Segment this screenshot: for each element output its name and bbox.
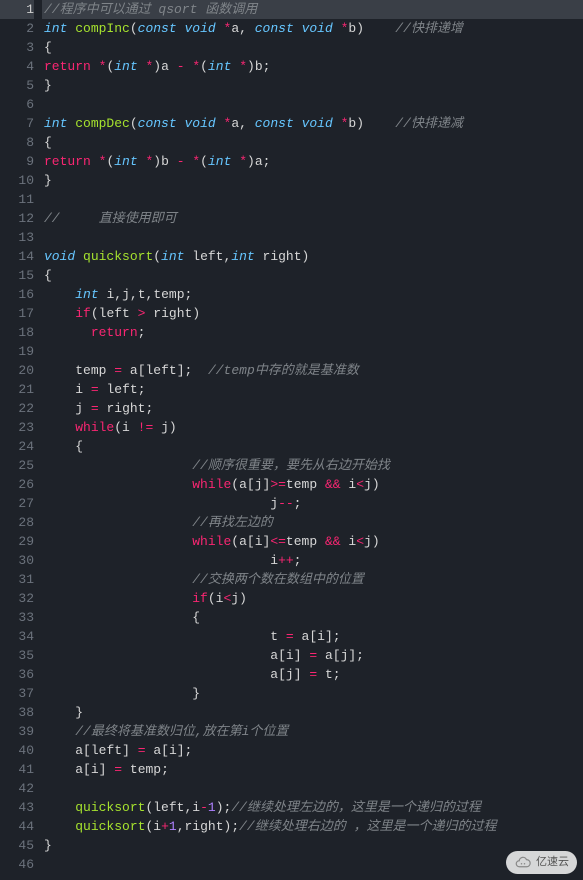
line-number-gutter: 1234567891011121314151617181920212223242… (0, 0, 42, 874)
line-number: 15 (0, 266, 34, 285)
line-number: 20 (0, 361, 34, 380)
line-number: 27 (0, 494, 34, 513)
code-line[interactable]: while(i != j) (42, 418, 583, 437)
line-number: 30 (0, 551, 34, 570)
code-line[interactable]: if(i<j) (42, 589, 583, 608)
line-number: 23 (0, 418, 34, 437)
line-number: 25 (0, 456, 34, 475)
code-line[interactable]: { (42, 38, 583, 57)
line-number: 16 (0, 285, 34, 304)
code-line[interactable] (42, 779, 583, 798)
code-line[interactable]: } (42, 171, 583, 190)
code-line[interactable]: int i,j,t,temp; (42, 285, 583, 304)
line-number: 18 (0, 323, 34, 342)
code-line[interactable]: } (42, 684, 583, 703)
code-line[interactable]: temp = a[left]; //temp中存的就是基准数 (42, 361, 583, 380)
code-line[interactable] (42, 95, 583, 114)
code-line[interactable]: while(a[i]<=temp && i<j) (42, 532, 583, 551)
code-line[interactable]: { (42, 608, 583, 627)
code-line[interactable]: // 直接使用即可 (42, 209, 583, 228)
code-line[interactable]: int compDec(const void *a, const void *b… (42, 114, 583, 133)
line-number: 21 (0, 380, 34, 399)
code-line[interactable]: { (42, 437, 583, 456)
line-number: 37 (0, 684, 34, 703)
cloud-icon (514, 854, 532, 872)
code-line[interactable]: quicksort(i+1,right);//继续处理右边的 ，这里是一个递归的… (42, 817, 583, 836)
line-number: 31 (0, 570, 34, 589)
code-line[interactable]: t = a[i]; (42, 627, 583, 646)
line-number: 24 (0, 437, 34, 456)
line-number: 29 (0, 532, 34, 551)
code-line[interactable] (42, 855, 583, 874)
code-line[interactable]: { (42, 133, 583, 152)
line-number: 1 (0, 0, 34, 19)
code-line[interactable]: //最终将基准数归位,放在第i个位置 (42, 722, 583, 741)
code-line[interactable]: //再找左边的 (42, 513, 583, 532)
code-line[interactable]: j--; (42, 494, 583, 513)
code-line[interactable]: return *(int *)b - *(int *)a; (42, 152, 583, 171)
line-number: 33 (0, 608, 34, 627)
line-number: 43 (0, 798, 34, 817)
line-number: 4 (0, 57, 34, 76)
line-number: 9 (0, 152, 34, 171)
line-number: 8 (0, 133, 34, 152)
code-line[interactable]: a[i] = a[j]; (42, 646, 583, 665)
code-line[interactable]: } (42, 703, 583, 722)
code-line[interactable] (42, 190, 583, 209)
code-editor[interactable]: 1234567891011121314151617181920212223242… (0, 0, 583, 874)
line-number: 12 (0, 209, 34, 228)
watermark-badge: 亿速云 (506, 851, 577, 874)
line-number: 5 (0, 76, 34, 95)
code-line[interactable]: a[left] = a[i]; (42, 741, 583, 760)
code-line[interactable]: //程序中可以通过 qsort 函数调用 (42, 0, 583, 19)
watermark-text: 亿速云 (536, 853, 569, 872)
code-line[interactable]: a[j] = t; (42, 665, 583, 684)
code-line[interactable]: } (42, 836, 583, 855)
code-line[interactable]: return *(int *)a - *(int *)b; (42, 57, 583, 76)
line-number: 7 (0, 114, 34, 133)
line-number: 32 (0, 589, 34, 608)
line-number: 28 (0, 513, 34, 532)
code-line[interactable]: j = right; (42, 399, 583, 418)
code-line[interactable]: { (42, 266, 583, 285)
code-line[interactable]: } (42, 76, 583, 95)
code-line[interactable] (42, 342, 583, 361)
code-line[interactable]: quicksort(left,i-1);//继续处理左边的，这里是一个递归的过程 (42, 798, 583, 817)
line-number: 46 (0, 855, 34, 874)
code-line[interactable]: //顺序很重要，要先从右边开始找 (42, 456, 583, 475)
code-line[interactable]: //交换两个数在数组中的位置 (42, 570, 583, 589)
line-number: 34 (0, 627, 34, 646)
line-number: 22 (0, 399, 34, 418)
line-number: 19 (0, 342, 34, 361)
line-number: 36 (0, 665, 34, 684)
line-number: 45 (0, 836, 34, 855)
line-number: 3 (0, 38, 34, 57)
code-line[interactable]: void quicksort(int left,int right) (42, 247, 583, 266)
line-number: 39 (0, 722, 34, 741)
line-number: 14 (0, 247, 34, 266)
code-area[interactable]: //程序中可以通过 qsort 函数调用int compInc(const vo… (42, 0, 583, 874)
line-number: 17 (0, 304, 34, 323)
code-line[interactable]: if(left > right) (42, 304, 583, 323)
code-line[interactable]: i = left; (42, 380, 583, 399)
line-number: 10 (0, 171, 34, 190)
code-line[interactable]: return; (42, 323, 583, 342)
line-number: 13 (0, 228, 34, 247)
code-line[interactable] (42, 228, 583, 247)
code-line[interactable]: while(a[j]>=temp && i<j) (42, 475, 583, 494)
line-number: 2 (0, 19, 34, 38)
line-number: 38 (0, 703, 34, 722)
line-number: 35 (0, 646, 34, 665)
line-number: 26 (0, 475, 34, 494)
line-number: 11 (0, 190, 34, 209)
line-number: 6 (0, 95, 34, 114)
line-number: 41 (0, 760, 34, 779)
line-number: 44 (0, 817, 34, 836)
code-line[interactable]: int compInc(const void *a, const void *b… (42, 19, 583, 38)
line-number: 40 (0, 741, 34, 760)
code-line[interactable]: i++; (42, 551, 583, 570)
code-line[interactable]: a[i] = temp; (42, 760, 583, 779)
line-number: 42 (0, 779, 34, 798)
